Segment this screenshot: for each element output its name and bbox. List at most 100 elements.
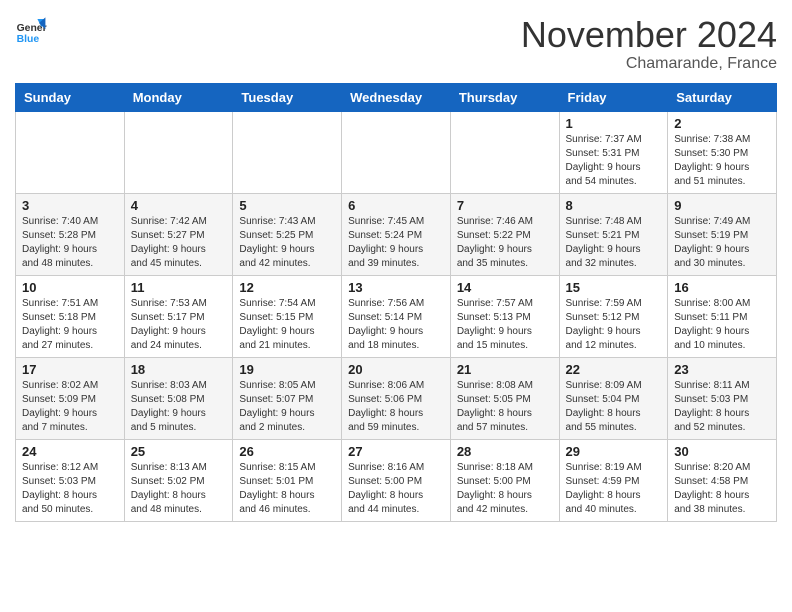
day-info: Sunrise: 7:38 AM Sunset: 5:30 PM Dayligh…	[674, 133, 770, 189]
calendar-week-row: 24 Sunrise: 8:12 AM Sunset: 5:03 PM Dayli…	[16, 439, 777, 521]
day-info: Sunrise: 8:02 AM Sunset: 5:09 PM Dayligh…	[22, 379, 118, 435]
weekday-header: Saturday	[668, 83, 777, 111]
calendar-cell	[16, 111, 125, 193]
day-number: 4	[131, 198, 227, 213]
calendar-cell	[342, 111, 451, 193]
calendar-cell: 28 Sunrise: 8:18 AM Sunset: 5:00 PM Dayli…	[450, 439, 559, 521]
weekday-header: Thursday	[450, 83, 559, 111]
day-info: Sunrise: 7:42 AM Sunset: 5:27 PM Dayligh…	[131, 215, 227, 271]
day-number: 3	[22, 198, 118, 213]
day-number: 16	[674, 280, 770, 295]
day-info: Sunrise: 8:08 AM Sunset: 5:05 PM Dayligh…	[457, 379, 553, 435]
calendar-cell: 26 Sunrise: 8:15 AM Sunset: 5:01 PM Dayli…	[233, 439, 342, 521]
day-info: Sunrise: 7:57 AM Sunset: 5:13 PM Dayligh…	[457, 297, 553, 353]
calendar-cell: 25 Sunrise: 8:13 AM Sunset: 5:02 PM Dayli…	[124, 439, 233, 521]
day-number: 2	[674, 116, 770, 131]
day-info: Sunrise: 7:48 AM Sunset: 5:21 PM Dayligh…	[566, 215, 662, 271]
calendar-header-row: SundayMondayTuesdayWednesdayThursdayFrid…	[16, 83, 777, 111]
logo: General Blue	[15, 15, 47, 47]
calendar-cell: 24 Sunrise: 8:12 AM Sunset: 5:03 PM Dayli…	[16, 439, 125, 521]
day-number: 11	[131, 280, 227, 295]
day-info: Sunrise: 7:45 AM Sunset: 5:24 PM Dayligh…	[348, 215, 444, 271]
day-info: Sunrise: 8:05 AM Sunset: 5:07 PM Dayligh…	[239, 379, 335, 435]
calendar-cell: 30 Sunrise: 8:20 AM Sunset: 4:58 PM Dayli…	[668, 439, 777, 521]
day-number: 28	[457, 444, 553, 459]
day-info: Sunrise: 8:12 AM Sunset: 5:03 PM Dayligh…	[22, 461, 118, 517]
calendar-cell	[124, 111, 233, 193]
day-info: Sunrise: 7:59 AM Sunset: 5:12 PM Dayligh…	[566, 297, 662, 353]
calendar-cell: 29 Sunrise: 8:19 AM Sunset: 4:59 PM Dayli…	[559, 439, 668, 521]
calendar-cell: 16 Sunrise: 8:00 AM Sunset: 5:11 PM Dayli…	[668, 275, 777, 357]
day-info: Sunrise: 7:53 AM Sunset: 5:17 PM Dayligh…	[131, 297, 227, 353]
calendar-week-row: 1 Sunrise: 7:37 AM Sunset: 5:31 PM Daylig…	[16, 111, 777, 193]
day-number: 12	[239, 280, 335, 295]
day-info: Sunrise: 7:40 AM Sunset: 5:28 PM Dayligh…	[22, 215, 118, 271]
weekday-header: Monday	[124, 83, 233, 111]
weekday-header: Wednesday	[342, 83, 451, 111]
calendar-table: SundayMondayTuesdayWednesdayThursdayFrid…	[15, 83, 777, 522]
calendar-cell: 19Sunrise: 8:05 AM Sunset: 5:07 PM Dayli…	[233, 357, 342, 439]
day-number: 1	[566, 116, 662, 131]
weekday-header: Friday	[559, 83, 668, 111]
calendar-cell	[450, 111, 559, 193]
day-number: 14	[457, 280, 553, 295]
day-number: 17	[22, 362, 118, 377]
month-title: November 2024	[521, 15, 777, 55]
day-number: 29	[566, 444, 662, 459]
calendar-week-row: 10 Sunrise: 7:51 AM Sunset: 5:18 PM Dayli…	[16, 275, 777, 357]
calendar-cell: 5Sunrise: 7:43 AM Sunset: 5:25 PM Daylig…	[233, 193, 342, 275]
calendar-cell: 2 Sunrise: 7:38 AM Sunset: 5:30 PM Daylig…	[668, 111, 777, 193]
calendar-cell: 17 Sunrise: 8:02 AM Sunset: 5:09 PM Dayli…	[16, 357, 125, 439]
calendar-cell: 4 Sunrise: 7:42 AM Sunset: 5:27 PM Daylig…	[124, 193, 233, 275]
day-info: Sunrise: 7:43 AM Sunset: 5:25 PM Dayligh…	[239, 215, 335, 271]
calendar-cell: 22 Sunrise: 8:09 AM Sunset: 5:04 PM Dayli…	[559, 357, 668, 439]
calendar-cell: 14 Sunrise: 7:57 AM Sunset: 5:13 PM Dayli…	[450, 275, 559, 357]
day-info: Sunrise: 7:37 AM Sunset: 5:31 PM Dayligh…	[566, 133, 662, 189]
svg-text:Blue: Blue	[17, 34, 40, 45]
day-info: Sunrise: 7:49 AM Sunset: 5:19 PM Dayligh…	[674, 215, 770, 271]
calendar-cell: 11 Sunrise: 7:53 AM Sunset: 5:17 PM Dayli…	[124, 275, 233, 357]
calendar-cell: 3 Sunrise: 7:40 AM Sunset: 5:28 PM Daylig…	[16, 193, 125, 275]
location-subtitle: Chamarande, France	[521, 55, 777, 73]
day-info: Sunrise: 8:06 AM Sunset: 5:06 PM Dayligh…	[348, 379, 444, 435]
day-info: Sunrise: 8:16 AM Sunset: 5:00 PM Dayligh…	[348, 461, 444, 517]
calendar-week-row: 17 Sunrise: 8:02 AM Sunset: 5:09 PM Dayli…	[16, 357, 777, 439]
day-info: Sunrise: 7:54 AM Sunset: 5:15 PM Dayligh…	[239, 297, 335, 353]
day-info: Sunrise: 7:46 AM Sunset: 5:22 PM Dayligh…	[457, 215, 553, 271]
weekday-header: Sunday	[16, 83, 125, 111]
day-info: Sunrise: 8:03 AM Sunset: 5:08 PM Dayligh…	[131, 379, 227, 435]
calendar-cell: 12 Sunrise: 7:54 AM Sunset: 5:15 PM Dayli…	[233, 275, 342, 357]
day-info: Sunrise: 8:18 AM Sunset: 5:00 PM Dayligh…	[457, 461, 553, 517]
day-number: 24	[22, 444, 118, 459]
day-info: Sunrise: 8:11 AM Sunset: 5:03 PM Dayligh…	[674, 379, 770, 435]
day-number: 23	[674, 362, 770, 377]
day-info: Sunrise: 8:13 AM Sunset: 5:02 PM Dayligh…	[131, 461, 227, 517]
calendar-cell: 13Sunrise: 7:56 AM Sunset: 5:14 PM Dayli…	[342, 275, 451, 357]
logo-icon: General Blue	[15, 15, 47, 47]
day-number: 10	[22, 280, 118, 295]
day-info: Sunrise: 8:15 AM Sunset: 5:01 PM Dayligh…	[239, 461, 335, 517]
day-info: Sunrise: 8:09 AM Sunset: 5:04 PM Dayligh…	[566, 379, 662, 435]
day-number: 26	[239, 444, 335, 459]
day-info: Sunrise: 7:56 AM Sunset: 5:14 PM Dayligh…	[348, 297, 444, 353]
calendar-cell: 6Sunrise: 7:45 AM Sunset: 5:24 PM Daylig…	[342, 193, 451, 275]
calendar-cell: 27Sunrise: 8:16 AM Sunset: 5:00 PM Dayli…	[342, 439, 451, 521]
page-header: General Blue November 2024 Chamarande, F…	[15, 15, 777, 73]
day-number: 25	[131, 444, 227, 459]
day-number: 22	[566, 362, 662, 377]
day-number: 9	[674, 198, 770, 213]
calendar-cell: 9 Sunrise: 7:49 AM Sunset: 5:19 PM Daylig…	[668, 193, 777, 275]
calendar-week-row: 3 Sunrise: 7:40 AM Sunset: 5:28 PM Daylig…	[16, 193, 777, 275]
calendar-cell: 21 Sunrise: 8:08 AM Sunset: 5:05 PM Dayli…	[450, 357, 559, 439]
title-block: November 2024 Chamarande, France	[521, 15, 777, 73]
day-number: 21	[457, 362, 553, 377]
day-number: 30	[674, 444, 770, 459]
day-info: Sunrise: 8:20 AM Sunset: 4:58 PM Dayligh…	[674, 461, 770, 517]
day-info: Sunrise: 8:19 AM Sunset: 4:59 PM Dayligh…	[566, 461, 662, 517]
weekday-header: Tuesday	[233, 83, 342, 111]
calendar-cell: 1 Sunrise: 7:37 AM Sunset: 5:31 PM Daylig…	[559, 111, 668, 193]
day-info: Sunrise: 8:00 AM Sunset: 5:11 PM Dayligh…	[674, 297, 770, 353]
day-info: Sunrise: 7:51 AM Sunset: 5:18 PM Dayligh…	[22, 297, 118, 353]
day-number: 15	[566, 280, 662, 295]
calendar-cell: 20Sunrise: 8:06 AM Sunset: 5:06 PM Dayli…	[342, 357, 451, 439]
